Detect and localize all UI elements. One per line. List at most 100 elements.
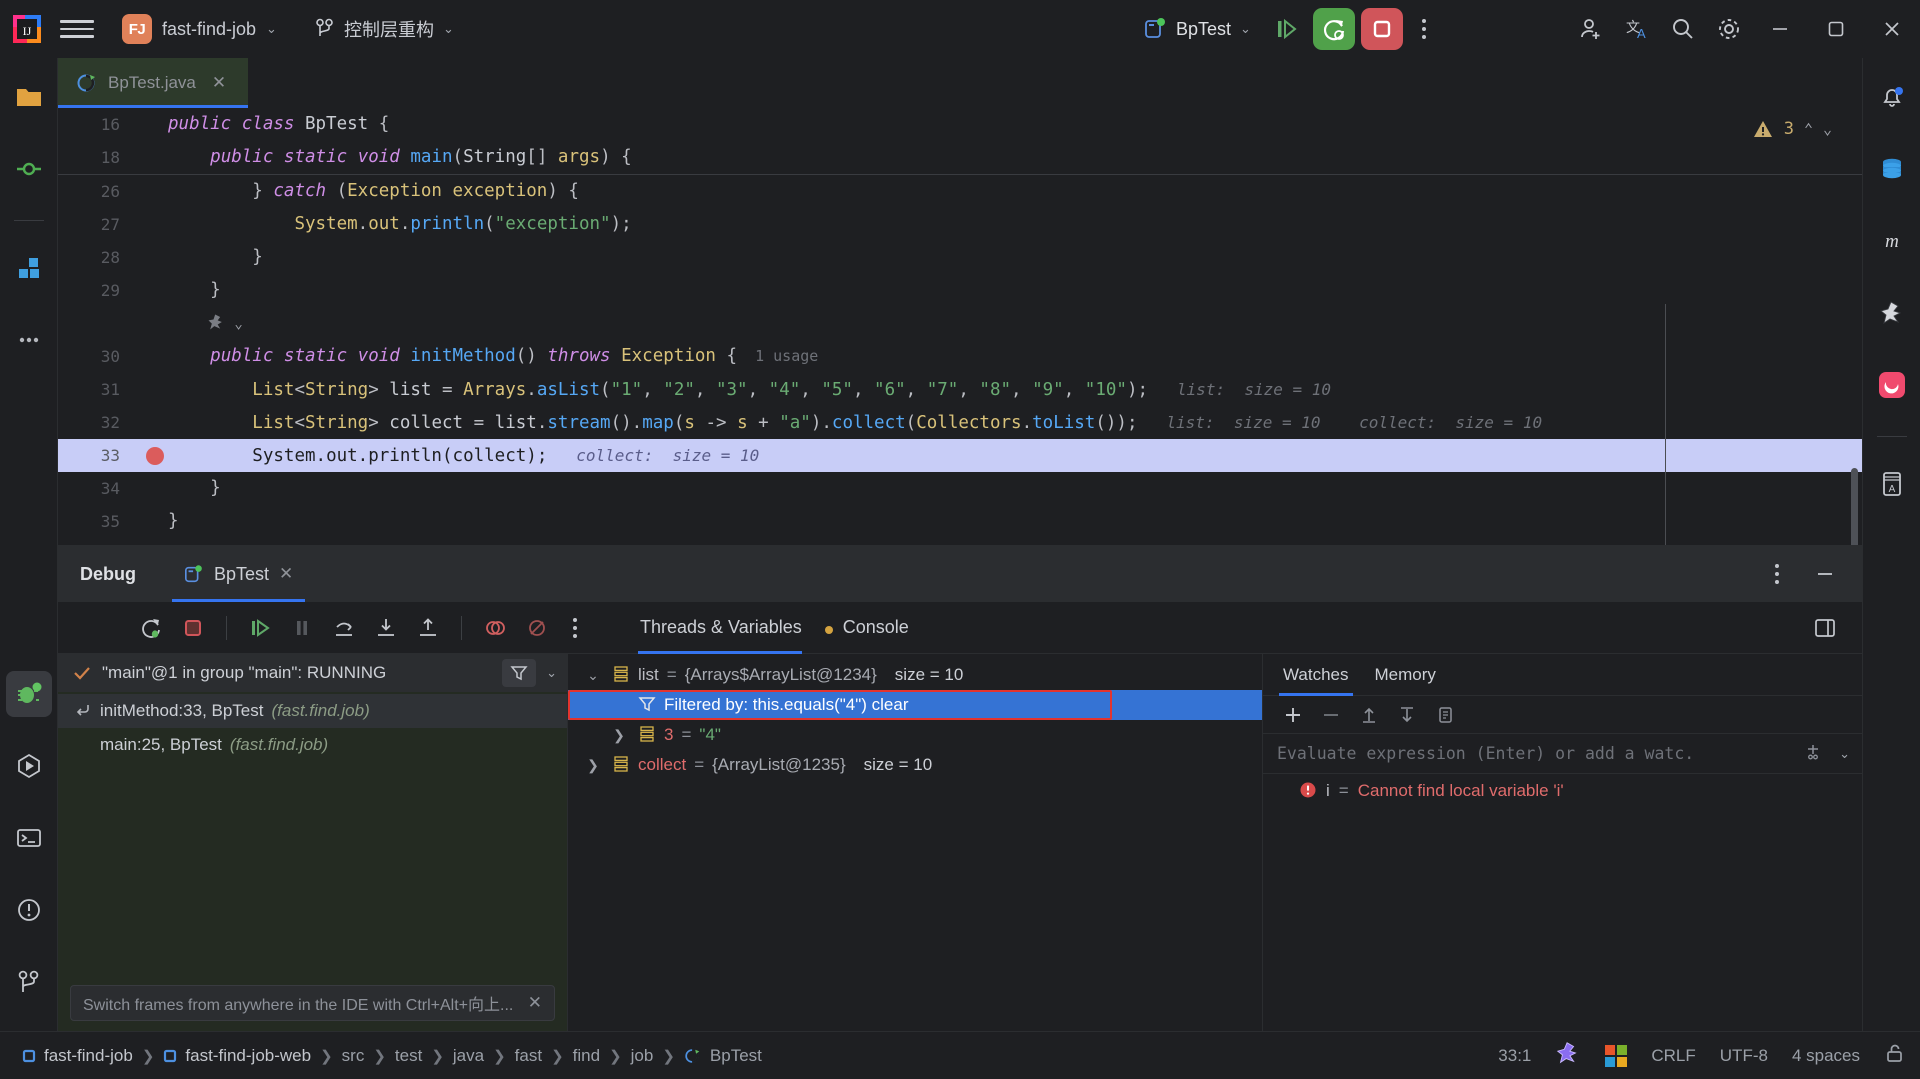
more-tools-icon[interactable] — [6, 317, 52, 363]
resume-program-icon[interactable] — [241, 609, 279, 647]
debug-session-tab[interactable]: BpTest ✕ — [172, 546, 306, 602]
rerun-debug-button[interactable] — [1312, 8, 1355, 50]
step-out-icon[interactable] — [409, 609, 447, 647]
maven-icon[interactable]: m — [1869, 218, 1915, 264]
filter-icon[interactable] — [502, 659, 537, 687]
caret-position[interactable]: 33:1 — [1498, 1046, 1531, 1066]
code-line[interactable]: 34 } — [58, 472, 1862, 505]
debug-tool-icon[interactable] — [5, 671, 52, 717]
tab-memory[interactable]: Memory — [1375, 654, 1436, 696]
breadcrumb-item[interactable]: job — [625, 1046, 660, 1066]
code-line[interactable]: 16 public class BpTest { — [58, 108, 1862, 141]
previous-problem-icon[interactable]: ⌃ — [1804, 120, 1813, 138]
step-over-icon[interactable] — [325, 609, 363, 647]
unlocked-icon[interactable] — [1884, 1042, 1906, 1069]
editor-gutter-hint-row[interactable]: ⌄ — [58, 307, 1862, 340]
move-watch-down-icon[interactable] — [1391, 699, 1423, 731]
frame-list-item[interactable]: main:25, BpTest (fast.find.job) — [58, 728, 567, 762]
layout-settings-icon[interactable] — [1806, 609, 1844, 647]
variable-row[interactable]: ❯ 3 = "4" — [568, 720, 1262, 750]
version-control-icon[interactable] — [6, 959, 52, 1005]
code-line[interactable]: 35} — [58, 505, 1862, 538]
tab-console[interactable]: Console — [820, 602, 927, 654]
debug-settings-icon[interactable] — [1762, 553, 1792, 595]
terminal-tool-icon[interactable] — [6, 815, 52, 861]
value-inlay-hint[interactable]: collect: size = 10 — [547, 446, 759, 465]
value-inlay-hint[interactable]: collect: size = 10 — [1321, 413, 1542, 432]
tab-threads-and-variables[interactable]: Threads & Variables — [638, 602, 820, 654]
add-watch-icon[interactable] — [1277, 699, 1309, 731]
code-editor[interactable]: 3 ⌃ ⌄ 16 public class BpTest {18 public s… — [58, 108, 1862, 545]
code-line[interactable]: 26 } catch (Exception exception) { — [58, 175, 1862, 208]
editor-tab-bptest[interactable]: BpTest.java ✕ — [58, 58, 248, 108]
breadcrumb-item[interactable]: test — [389, 1046, 428, 1066]
variable-row[interactable]: ❯ collect = {ArrayList@1235} size = 10 — [568, 750, 1262, 780]
remove-watch-icon[interactable] — [1315, 699, 1347, 731]
variable-row[interactable]: ⌄ list = {Arrays$ArrayList@1234} size = 10 — [568, 660, 1262, 690]
mute-breakpoints-icon[interactable] — [518, 609, 556, 647]
editor-scrollbar[interactable] — [1851, 468, 1858, 545]
chevron-right-icon[interactable]: ❯ — [582, 757, 604, 774]
project-tool-icon[interactable] — [6, 74, 52, 120]
chevron-down-icon[interactable]: ⌄ — [582, 667, 604, 684]
windows-icon[interactable] — [1605, 1044, 1628, 1067]
breadcrumb-item[interactable]: java — [447, 1046, 490, 1066]
stop-button[interactable] — [1360, 8, 1403, 50]
stop-icon[interactable] — [174, 609, 212, 647]
close-icon[interactable]: ✕ — [212, 73, 226, 93]
close-icon[interactable] — [1864, 0, 1920, 58]
notifications-icon[interactable] — [1869, 74, 1915, 120]
code-line[interactable]: 27 System.out.println("exception"); — [58, 208, 1862, 241]
line-separator[interactable]: CRLF — [1651, 1046, 1695, 1066]
run-configuration-selector[interactable]: BpTest ⌄ — [1135, 13, 1259, 45]
indent-setting[interactable]: 4 spaces — [1792, 1046, 1860, 1066]
code-line[interactable]: 30 public static void initMethod() throw… — [58, 340, 1862, 373]
breadcrumb-item[interactable]: BpTest — [678, 1046, 768, 1066]
copy-watch-icon[interactable] — [1429, 699, 1461, 731]
breadcrumb-item[interactable]: find — [567, 1046, 606, 1066]
file-encoding[interactable]: UTF-8 — [1720, 1046, 1768, 1066]
minimize-panel-icon[interactable] — [1806, 555, 1844, 593]
thread-selector[interactable]: "main"@1 in group "main": RUNNING ⌄ — [58, 654, 567, 692]
evaluate-expression-input[interactable]: Evaluate expression (Enter) or add a wat… — [1263, 734, 1862, 774]
add-user-icon[interactable] — [1568, 6, 1614, 52]
more-options-icon[interactable] — [1409, 8, 1439, 50]
commit-tool-icon[interactable] — [6, 146, 52, 192]
next-problem-icon[interactable]: ⌄ — [1823, 120, 1832, 138]
ai-suggestion-icon[interactable]: ⌄ — [206, 313, 243, 333]
code-line[interactable]: 32 List<String> collect = list.stream().… — [58, 406, 1862, 439]
translation-dict-icon[interactable]: A — [1869, 461, 1915, 507]
breadcrumb-item[interactable]: fast-find-job-web — [157, 1046, 317, 1066]
translate-icon[interactable]: 文 A — [1614, 6, 1660, 52]
main-menu-icon[interactable] — [60, 12, 94, 46]
ai-assistant-icon[interactable] — [1869, 290, 1915, 336]
database-icon[interactable] — [1869, 146, 1915, 192]
run-tool-icon[interactable] — [6, 743, 52, 789]
expand-editor-icon[interactable] — [1803, 741, 1823, 766]
breadcrumb-item[interactable]: src — [336, 1046, 371, 1066]
ai-assistant-icon[interactable] — [1555, 1040, 1581, 1071]
step-into-icon[interactable] — [367, 609, 405, 647]
problems-tool-icon[interactable] — [6, 887, 52, 933]
minimize-icon[interactable] — [1752, 0, 1808, 58]
code-line[interactable]: 18 public static void main(String[] args… — [58, 141, 1862, 174]
breakpoint-icon[interactable] — [146, 446, 164, 465]
branch-selector[interactable]: 控制层重构 ⌄ — [307, 12, 462, 46]
structure-tool-icon[interactable] — [6, 245, 52, 291]
debug-step-button[interactable] — [1265, 8, 1307, 50]
chevron-down-icon[interactable]: ⌄ — [1839, 746, 1850, 762]
usage-inlay-hint[interactable]: 1 usage — [737, 347, 818, 365]
value-inlay-hint[interactable]: list: size = 10 — [1148, 380, 1331, 399]
close-icon[interactable]: ✕ — [528, 993, 542, 1013]
frame-list-item[interactable]: initMethod:33, BpTest (fast.find.job) — [58, 694, 567, 728]
search-icon[interactable] — [1660, 6, 1706, 52]
more-debug-options-icon[interactable] — [560, 607, 590, 649]
plugin-icon[interactable] — [1869, 362, 1915, 408]
code-line[interactable]: 31 List<String> list = Arrays.asList("1"… — [58, 373, 1862, 406]
move-watch-up-icon[interactable] — [1353, 699, 1385, 731]
code-line[interactable]: 29 } — [58, 274, 1862, 307]
view-breakpoints-icon[interactable] — [476, 609, 514, 647]
variable-row[interactable]: Filtered by: this.equals("4") clear — [568, 690, 1262, 720]
project-selector[interactable]: FJ fast-find-job ⌄ — [114, 10, 285, 48]
breadcrumb-item[interactable]: fast — [509, 1046, 548, 1066]
